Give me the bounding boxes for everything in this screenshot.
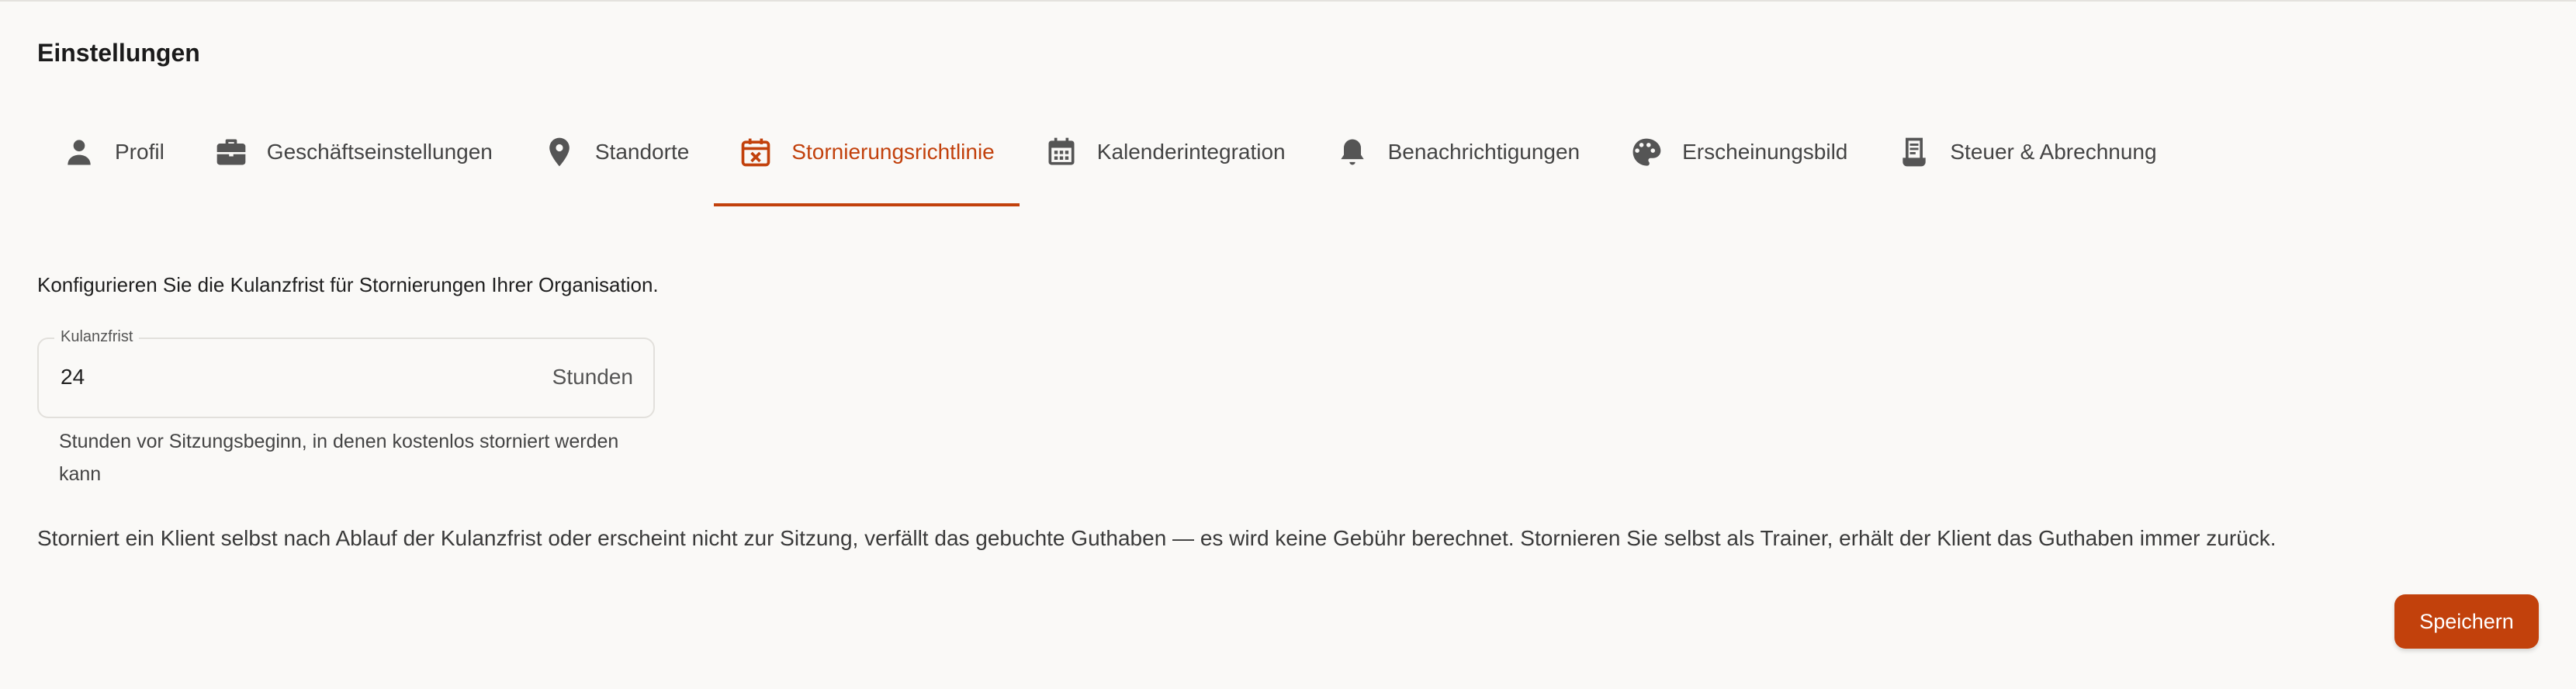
palette-icon: [1629, 135, 1664, 169]
tab-label: Stornierungsrichtlinie: [791, 140, 995, 164]
top-divider: [0, 0, 2576, 2]
tab-label: Steuer & Abrechnung: [1950, 140, 2157, 164]
tab-label: Kalenderintegration: [1096, 140, 1286, 164]
receipt-icon: [1897, 135, 1931, 169]
grace-period-helper-text: Stunden vor Sitzungsbeginn, in denen kos…: [59, 431, 619, 485]
save-button[interactable]: Speichern: [2394, 594, 2539, 649]
tab-profil[interactable]: Profil: [37, 109, 189, 196]
tab-label: Erscheinungsbild: [1682, 140, 1848, 164]
tab-stornierungsrichtlinie[interactable]: Stornierungsrichtlinie: [714, 109, 1020, 206]
page-title: Einstellungen: [37, 39, 200, 67]
grace-period-field[interactable]: Kulanzfrist 24 Stunden: [37, 328, 655, 418]
tab-geschaeftseinstellungen[interactable]: Geschäftseinstellungen: [189, 109, 518, 196]
cancellation-info-text: Storniert ein Klient selbst nach Ablauf …: [37, 526, 2277, 550]
tab-standorte[interactable]: Standorte: [518, 109, 714, 196]
briefcase-icon: [214, 135, 248, 169]
tab-benachrichtigungen[interactable]: Benachrichtigungen: [1311, 109, 1605, 196]
calendar-icon: [1044, 135, 1079, 169]
section-description: Konfigurieren Sie die Kulanzfrist für St…: [37, 273, 659, 296]
grace-period-label: Kulanzfrist: [54, 328, 140, 346]
tab-label: Geschäftseinstellungen: [266, 140, 493, 164]
tab-erscheinungsbild[interactable]: Erscheinungsbild: [1605, 109, 1872, 196]
tab-label: Benachrichtigungen: [1387, 140, 1581, 164]
person-icon: [62, 135, 96, 169]
tab-steuer-abrechnung[interactable]: Steuer & Abrechnung: [1872, 109, 2181, 196]
tab-label: Standorte: [594, 140, 690, 164]
settings-tabs: Profil Geschäftseinstellungen Standorte …: [37, 109, 2182, 208]
grace-period-input[interactable]: 24: [61, 365, 85, 390]
location-pin-icon: [542, 135, 576, 169]
grace-period-unit: Stunden: [552, 365, 633, 389]
bell-icon: [1335, 135, 1369, 169]
calendar-cancel-icon: [739, 135, 773, 169]
tab-kalenderintegration[interactable]: Kalenderintegration: [1020, 109, 1311, 196]
tab-label: Profil: [115, 140, 164, 164]
